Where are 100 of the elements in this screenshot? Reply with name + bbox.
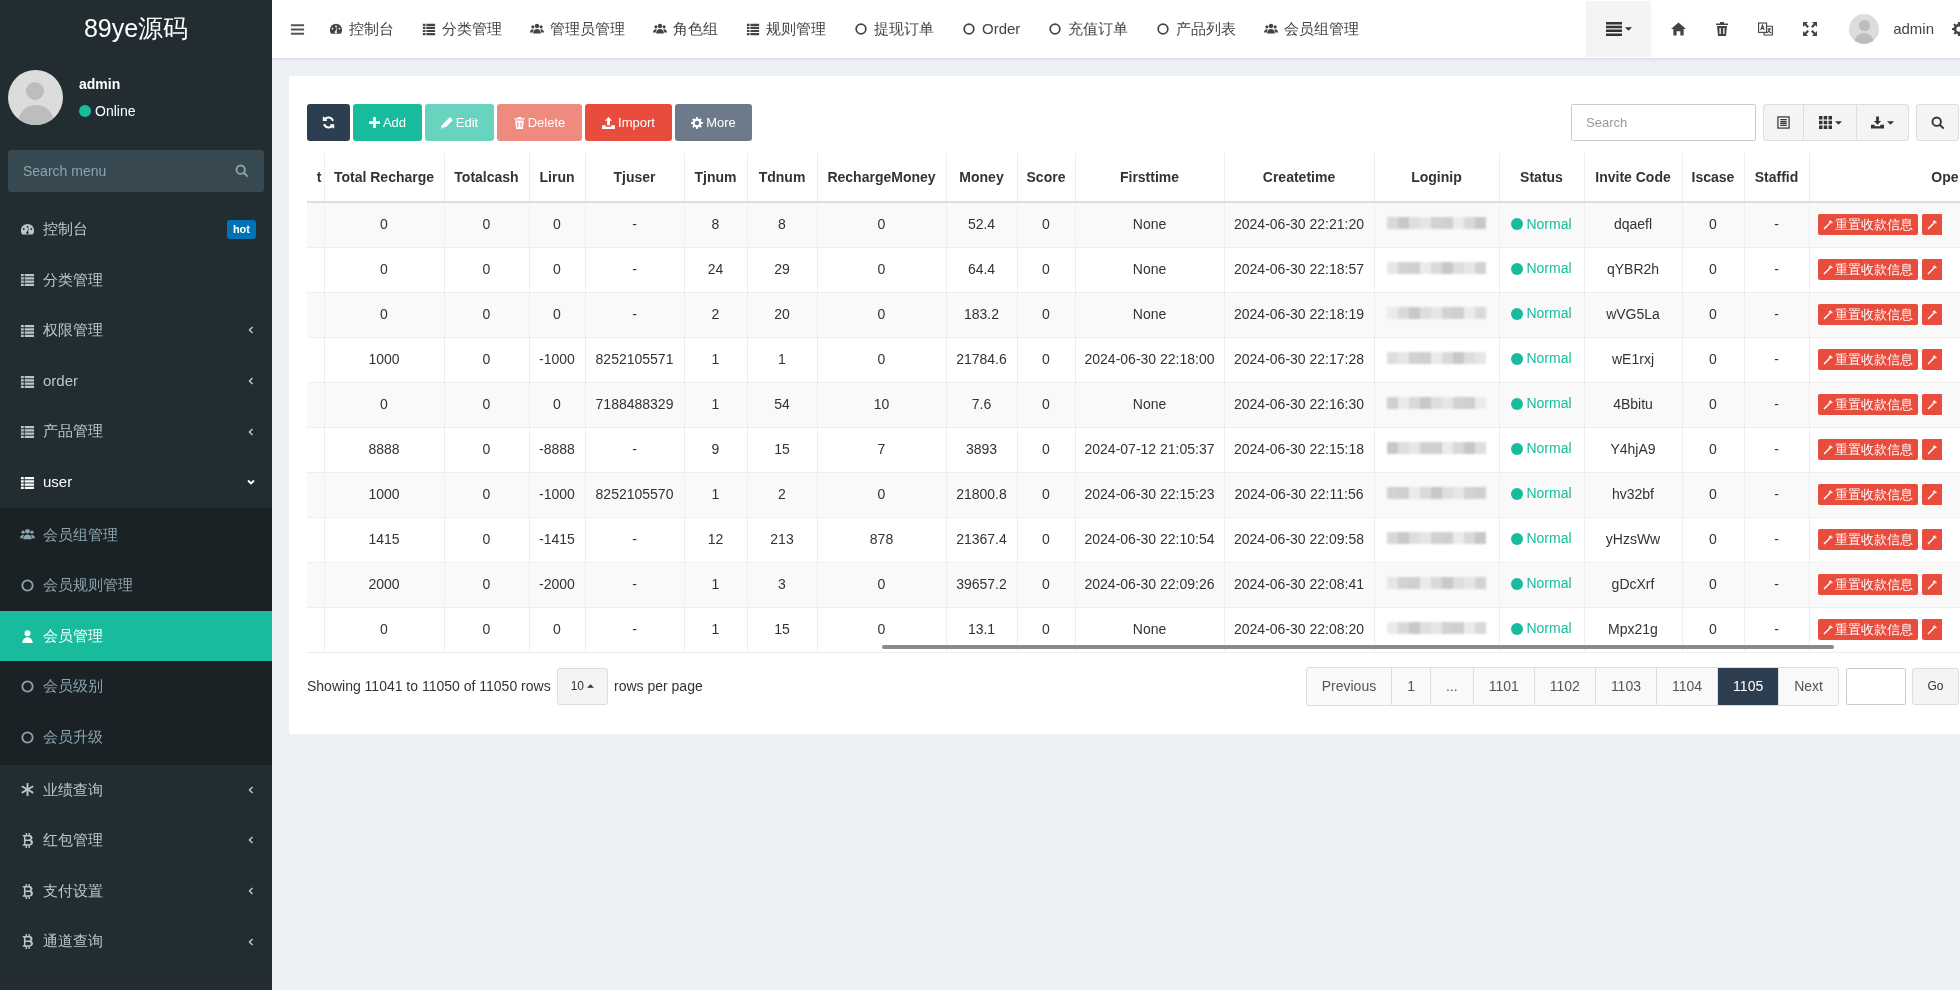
nav-link[interactable]: 充值订单 <box>1034 0 1143 58</box>
trash-icon[interactable] <box>1716 22 1729 36</box>
toggle-view-button[interactable] <box>1763 104 1804 141</box>
nav-link[interactable]: 提现订单 <box>840 0 948 58</box>
logo[interactable]: 89ye源码 <box>83 10 189 48</box>
nav-link[interactable]: 角色组 <box>639 0 732 58</box>
menu-item[interactable]: 权限管理 <box>0 305 272 356</box>
search-field[interactable]: Search <box>1571 104 1756 141</box>
wand-button[interactable] <box>1921 574 1942 595</box>
column-header[interactable]: Tdnum <box>747 153 817 202</box>
table-row[interactable]: 8888 0 -8888 - 9 15 7 3893 0 2024-07-12 21:05:37 2024-06-30 22:15:18 Normal Y4hjA9 0 - 重置收款信息 <box>307 427 1960 472</box>
table-row[interactable]: 1000 0 -1000 8252105571 1 1 0 21784.6 0 2024-06-30 22:18:00 2024-06-30 22:17:28 Normal wE1rxj 0 - 重置收款信息 <box>307 337 1960 382</box>
home-icon[interactable] <box>1671 22 1687 36</box>
column-header[interactable]: Invite Code <box>1584 153 1682 202</box>
table-row[interactable]: 2000 0 -2000 - 1 3 0 39657.2 0 2024-06-30 22:09:26 2024-06-30 22:08:41 Normal gDcXrf 0 - 重置收款信息 <box>307 562 1960 607</box>
column-header[interactable]: Ope <box>1809 153 1960 202</box>
search-button[interactable] <box>1916 104 1959 141</box>
menu-item[interactable]: 产品管理 <box>0 406 272 457</box>
menu-item[interactable]: 支付设置 <box>0 865 272 917</box>
submenu-item[interactable]: 会员升级 <box>0 711 272 763</box>
column-header[interactable]: t <box>307 153 324 202</box>
translate-icon[interactable] <box>1758 22 1774 36</box>
import-button[interactable]: Import <box>585 104 672 141</box>
page-link[interactable]: ... <box>1430 666 1474 706</box>
menu-item[interactable]: 通道查询 <box>0 916 272 967</box>
column-header[interactable]: Firsttime <box>1075 153 1224 202</box>
wand-button[interactable] <box>1921 349 1942 370</box>
reset-payment-button[interactable]: 重置收款信息 <box>1817 349 1918 370</box>
table-row[interactable]: 1000 0 -1000 8252105570 1 2 0 21800.8 0 2024-06-30 22:15:23 2024-06-30 22:11:56 Normal hv32bf 0 - 重置收款信息 <box>307 472 1960 517</box>
go-button[interactable]: Go <box>1912 667 1959 705</box>
nav-link[interactable]: 分类管理 <box>408 0 516 58</box>
wand-button[interactable] <box>1921 529 1942 550</box>
column-header[interactable]: Total Recharge <box>324 153 444 202</box>
reset-payment-button[interactable]: 重置收款信息 <box>1817 214 1918 236</box>
reset-payment-button[interactable]: 重置收款信息 <box>1817 394 1918 415</box>
page-link[interactable]: 1101 <box>1472 666 1535 706</box>
wand-button[interactable] <box>1921 484 1942 505</box>
column-header[interactable]: Tjuser <box>585 153 684 202</box>
menu-item[interactable]: 业绩查询 <box>0 764 272 816</box>
wand-button[interactable] <box>1921 304 1942 325</box>
user-name[interactable]: admin <box>1893 17 1934 41</box>
page-size-dropdown[interactable]: 10 <box>556 667 608 705</box>
wand-button[interactable] <box>1921 259 1942 280</box>
table-row[interactable]: 0 0 0 - 1 15 0 13.1 0 None 2024-06-30 22:08:20 Normal Mpx21g 0 - 重置收款信息 <box>307 607 1960 652</box>
reset-payment-button[interactable]: 重置收款信息 <box>1817 439 1918 460</box>
submenu-item[interactable]: 会员组管理 <box>0 509 272 561</box>
menu-item[interactable]: order <box>0 355 272 407</box>
column-header[interactable]: Money <box>946 153 1017 202</box>
fullscreen-icon[interactable] <box>1803 22 1818 36</box>
scrollbar[interactable] <box>882 645 1834 649</box>
wand-button[interactable] <box>1921 394 1942 415</box>
column-header[interactable]: Status <box>1499 153 1584 202</box>
reset-payment-button[interactable]: 重置收款信息 <box>1817 259 1918 280</box>
export-button[interactable] <box>1856 104 1909 141</box>
wand-button[interactable] <box>1921 214 1942 236</box>
table-row[interactable]: 0 0 0 - 2 20 0 183.2 0 None 2024-06-30 22:18:19 Normal wVG5La 0 - 重置收款信息 <box>307 292 1960 337</box>
column-header[interactable]: Totalcash <box>444 153 529 202</box>
reset-payment-button[interactable]: 重置收款信息 <box>1817 574 1918 595</box>
menu-item[interactable]: 红包管理 <box>0 815 272 866</box>
nav-link[interactable]: 规则管理 <box>732 0 840 58</box>
page-link[interactable]: 1103 <box>1594 666 1657 706</box>
table-row[interactable]: 0 0 0 - 8 8 0 52.4 0 None 2024-06-30 22:21:20 Normal dqaefl 0 - 重置收款信息 <box>307 202 1960 247</box>
page-link[interactable]: Previous <box>1305 666 1393 706</box>
refresh-button[interactable] <box>307 104 350 141</box>
column-header[interactable]: Score <box>1017 153 1075 202</box>
submenu-item[interactable]: 会员规则管理 <box>0 560 272 611</box>
wand-button[interactable] <box>1921 619 1942 640</box>
table-row[interactable]: 0 0 0 7188488329 1 54 10 7.6 0 None 2024-06-30 22:16:30 Normal 4Bbitu 0 - 重置收款信息 <box>307 382 1960 427</box>
column-header[interactable]: Tjnum <box>684 153 747 202</box>
more-button[interactable]: More <box>675 104 752 141</box>
reset-payment-button[interactable]: 重置收款信息 <box>1817 619 1918 640</box>
nav-link[interactable]: 会员组管理 <box>1250 0 1374 58</box>
nav-link[interactable]: 管理员管理 <box>516 0 639 58</box>
wand-button[interactable] <box>1921 439 1942 460</box>
reset-payment-button[interactable]: 重置收款信息 <box>1817 304 1918 325</box>
menu-item[interactable]: 分类管理 <box>0 254 272 306</box>
table-row[interactable]: 1415 0 -1415 - 12 213 878 21367.4 0 2024-06-30 22:10:54 2024-06-30 22:09:58 Normal yHzsWw 0 - 重置收款信息 <box>307 517 1960 562</box>
column-header[interactable]: Loginip <box>1374 153 1499 202</box>
page-link[interactable]: 1105 <box>1717 666 1780 706</box>
page-link[interactable]: 1 <box>1391 666 1431 706</box>
page-link[interactable]: 1104 <box>1656 666 1719 706</box>
column-header[interactable]: RechargeMoney <box>817 153 946 202</box>
columns-button[interactable] <box>1804 104 1856 141</box>
menu-icon[interactable] <box>290 21 305 37</box>
menu-item[interactable]: 控制台 hot <box>0 204 272 255</box>
column-header[interactable]: Iscase <box>1682 153 1744 202</box>
search-field[interactable]: Search menu <box>8 150 264 192</box>
nav-link[interactable]: Order <box>948 0 1035 58</box>
nav-link[interactable]: 产品列表 <box>1142 0 1251 58</box>
page-link[interactable]: 1102 <box>1533 666 1596 706</box>
submenu-item[interactable]: 会员级别 <box>0 661 272 712</box>
table-row[interactable]: 0 0 0 - 24 29 0 64.4 0 None 2024-06-30 22:18:57 Normal qYBR2h 0 - 重置收款信息 <box>307 247 1960 292</box>
page-link[interactable]: Next <box>1778 666 1839 706</box>
column-header[interactable]: Createtime <box>1224 153 1374 202</box>
column-header[interactable]: Lirun <box>529 153 585 202</box>
column-header[interactable]: Staffid <box>1744 153 1809 202</box>
page-input[interactable] <box>1846 667 1906 705</box>
nav-link[interactable]: 控制台 <box>315 0 408 58</box>
reset-payment-button[interactable]: 重置收款信息 <box>1817 484 1918 505</box>
reset-payment-button[interactable]: 重置收款信息 <box>1817 529 1918 550</box>
